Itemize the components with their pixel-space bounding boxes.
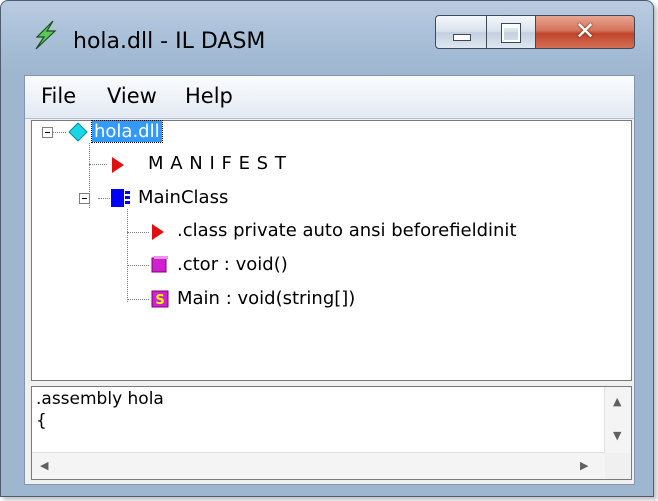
detail-line: .assembly hola bbox=[36, 389, 164, 409]
tree-node-mainclass[interactable]: MainClass bbox=[138, 187, 228, 208]
maximize-icon bbox=[501, 23, 521, 43]
scroll-right-icon[interactable]: ▶ bbox=[580, 459, 588, 472]
collapse-mainclass-toggle[interactable] bbox=[79, 193, 90, 204]
tree-node-class-decl[interactable]: .class private auto ansi beforefieldinit bbox=[177, 220, 517, 241]
window-title: hola.dll - IL DASM bbox=[73, 29, 266, 54]
scroll-left-icon[interactable]: ◀ bbox=[40, 459, 48, 472]
horizontal-scrollbar[interactable]: ◀ ▶ bbox=[32, 452, 605, 479]
title-bar[interactable]: hola.dll - IL DASM ✕ bbox=[1, 1, 653, 75]
method-icon bbox=[151, 256, 168, 273]
menu-bar: File View Help bbox=[25, 76, 634, 119]
detail-pane[interactable]: .assembly hola { ▲ ▼ ◀ ▶ bbox=[31, 386, 632, 480]
close-icon: ✕ bbox=[574, 17, 596, 45]
client-area: File View Help hola.dll M A N I F E S T … bbox=[24, 75, 635, 485]
tree-node-root[interactable]: hola.dll bbox=[91, 120, 163, 143]
close-button[interactable]: ✕ bbox=[535, 15, 635, 49]
menu-view[interactable]: View bbox=[107, 84, 157, 108]
detail-line: { bbox=[36, 411, 47, 431]
class-icon bbox=[111, 189, 130, 207]
collapse-root-toggle[interactable] bbox=[42, 127, 53, 138]
size-grip-icon[interactable] bbox=[605, 453, 631, 479]
lightning-icon bbox=[35, 20, 57, 50]
red-triangle-icon bbox=[152, 224, 164, 240]
menu-file[interactable]: File bbox=[41, 84, 76, 108]
minimize-icon bbox=[453, 34, 471, 41]
tree-node-main[interactable]: Main : void(string[]) bbox=[177, 288, 355, 309]
red-triangle-icon bbox=[112, 157, 124, 173]
vertical-scrollbar[interactable]: ▲ ▼ bbox=[604, 387, 631, 453]
tree-node-root-label: hola.dll bbox=[91, 120, 163, 143]
tree-node-ctor[interactable]: .ctor : void() bbox=[177, 254, 288, 275]
svg-text:S: S bbox=[155, 293, 164, 308]
scroll-down-icon[interactable]: ▼ bbox=[613, 429, 621, 442]
assembly-diamond-icon bbox=[68, 122, 88, 142]
maximize-button[interactable] bbox=[486, 15, 536, 49]
menu-help[interactable]: Help bbox=[185, 84, 233, 108]
minimize-button[interactable] bbox=[435, 15, 487, 49]
tree-node-manifest[interactable]: M A N I F E S T bbox=[148, 153, 286, 174]
scroll-up-icon[interactable]: ▲ bbox=[613, 395, 621, 408]
app-window: hola.dll - IL DASM ✕ File View Help hola… bbox=[0, 0, 654, 497]
static-method-icon: S bbox=[151, 290, 169, 308]
tree-view[interactable]: hola.dll M A N I F E S T MainClass .clas… bbox=[31, 120, 632, 381]
